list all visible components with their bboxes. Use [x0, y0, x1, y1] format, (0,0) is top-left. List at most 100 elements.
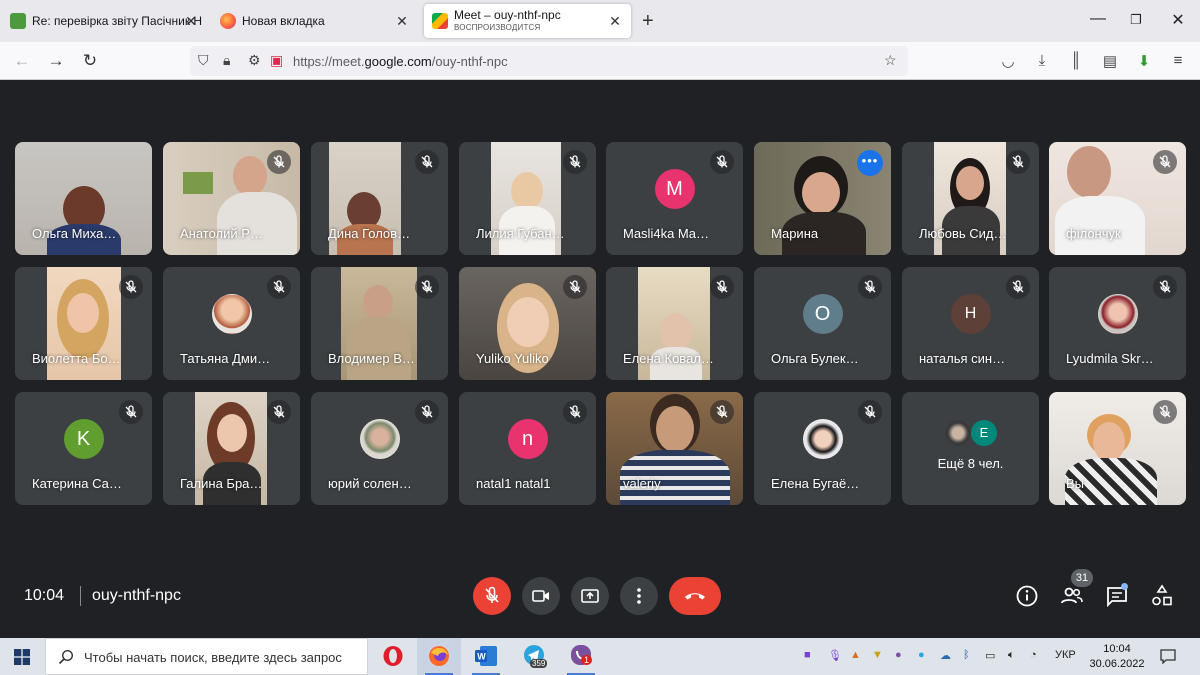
- volume-icon[interactable]: 🔈︎: [1008, 649, 1015, 662]
- pocket-icon[interactable]: ◡: [998, 52, 1018, 70]
- participant-name: Татьяна Дми…: [180, 351, 271, 366]
- more-participants-tile[interactable]: E Ещё 8 чел.: [902, 392, 1039, 505]
- participant-name: Ольга Булек…: [771, 351, 859, 366]
- tray-viber-icon[interactable]: ●: [895, 649, 902, 661]
- close-tab-icon[interactable]: ✕: [607, 13, 623, 30]
- participant-name: Виолетта Бо…: [32, 351, 121, 366]
- tray-avast-icon[interactable]: ▲: [850, 649, 861, 661]
- bookmark-star-icon[interactable]: ☆: [884, 52, 897, 69]
- system-clock[interactable]: 10:04 30.06.2022: [1089, 642, 1145, 672]
- url-text[interactable]: https://meet.google.com/ouy-nthf-npc: [293, 54, 508, 69]
- tray-microphone-icon[interactable]: 🎙︎: [828, 649, 842, 662]
- taskbar-opera[interactable]: [371, 638, 415, 675]
- taskbar-firefox[interactable]: [417, 638, 461, 675]
- lock-icon[interactable]: 🔒︎: [223, 52, 230, 69]
- tray-telegram-icon[interactable]: ●: [918, 649, 925, 661]
- close-tab-icon[interactable]: ✕: [183, 13, 199, 30]
- taskbar-viber[interactable]: 1: [559, 638, 603, 675]
- self-view-tile[interactable]: Вы: [1049, 392, 1186, 505]
- participant-tile[interactable]: юрий солен…: [311, 392, 448, 505]
- participant-tile-speaking[interactable]: ••• Марина: [754, 142, 891, 255]
- windows-taskbar: Чтобы начать поиск, введите здесь запрос…: [0, 638, 1200, 675]
- reload-icon[interactable]: ↻: [80, 51, 100, 71]
- participant-tile[interactable]: філончук: [1049, 142, 1186, 255]
- participant-tile[interactable]: Н наталья син…: [902, 267, 1039, 380]
- participant-tile[interactable]: Ольга Миха…: [15, 142, 152, 255]
- tab-mail[interactable]: Re: перевірка звіту Пасічник Н ✕: [2, 4, 207, 38]
- participant-tile[interactable]: Елена Ковал…: [606, 267, 743, 380]
- back-icon[interactable]: ←: [12, 51, 32, 71]
- library-icon[interactable]: ║: [1066, 52, 1086, 69]
- microphone-toggle-button[interactable]: [473, 577, 511, 615]
- participant-tile[interactable]: Lyudmila Skr…: [1049, 267, 1186, 380]
- bluetooth-icon[interactable]: ᛒ: [963, 649, 970, 661]
- participant-name: наталья син…: [919, 351, 1006, 366]
- muted-mic-icon: [119, 400, 143, 424]
- participants-icon[interactable]: [1060, 584, 1084, 608]
- word-icon: W: [475, 646, 497, 666]
- wifi-icon[interactable]: ◔: [1030, 649, 1037, 661]
- forward-icon[interactable]: →: [46, 51, 66, 71]
- participant-tile[interactable]: Виолетта Бо…: [15, 267, 152, 380]
- search-placeholder: Чтобы начать поиск, введите здесь запрос: [84, 650, 342, 665]
- permissions-icon[interactable]: ⚙: [248, 52, 261, 69]
- leave-call-button[interactable]: [669, 577, 721, 615]
- participant-tile[interactable]: О Ольга Булек…: [754, 267, 891, 380]
- participant-tile[interactable]: n natal1 natal1: [459, 392, 596, 505]
- participant-tile[interactable]: Татьяна Дми…: [163, 267, 300, 380]
- tray-cloud-icon[interactable]: ☁: [940, 649, 951, 662]
- sidebar-icon[interactable]: ▤: [1100, 52, 1120, 70]
- download-icon[interactable]: ⤓: [1032, 52, 1052, 69]
- shield-icon[interactable]: ⛉: [198, 52, 209, 69]
- tab-meet[interactable]: Meet – ouy-nthf-npc ВОСПРОИЗВОДИТСЯ ✕: [424, 4, 631, 38]
- participant-tile[interactable]: Дина Голов…: [311, 142, 448, 255]
- windows-start-icon[interactable]: [14, 649, 30, 665]
- participant-tile[interactable]: K Катерина Са…: [15, 392, 152, 505]
- muted-mic-icon: [1153, 400, 1177, 424]
- tab-new[interactable]: Новая вкладка ✕: [212, 4, 418, 38]
- present-screen-button[interactable]: [571, 577, 609, 615]
- participant-tile[interactable]: Елена Бугаё…: [754, 392, 891, 505]
- hang-up-icon: [685, 593, 705, 600]
- meeting-info-icon[interactable]: [1015, 584, 1039, 608]
- taskbar-word[interactable]: W: [464, 638, 508, 675]
- participant-tile[interactable]: Галина Бра…: [163, 392, 300, 505]
- tab-title: Meet – ouy-nthf-npc: [454, 8, 561, 22]
- participant-tile[interactable]: M Masli4ka Ma…: [606, 142, 743, 255]
- participant-tile[interactable]: Влодимер В…: [311, 267, 448, 380]
- muted-mic-icon: [267, 275, 291, 299]
- more-vert-icon: [637, 588, 641, 604]
- taskbar-telegram[interactable]: 359: [512, 638, 556, 675]
- more-options-icon[interactable]: •••: [857, 150, 883, 176]
- activities-icon[interactable]: [1150, 584, 1174, 608]
- notifications-icon[interactable]: [1160, 649, 1176, 664]
- new-tab-icon[interactable]: +: [642, 10, 654, 33]
- divider: [80, 586, 81, 606]
- battery-icon[interactable]: ▭: [985, 649, 995, 662]
- close-tab-icon[interactable]: ✕: [394, 13, 410, 30]
- restore-icon[interactable]: ❐: [1126, 12, 1146, 28]
- firefox-icon: [220, 13, 236, 29]
- close-window-icon[interactable]: ✕: [1168, 10, 1188, 30]
- tray-meet-camera-icon[interactable]: ■: [804, 649, 811, 661]
- participant-tile[interactable]: Yuliko Yuliko: [459, 267, 596, 380]
- svg-text:W: W: [477, 652, 486, 662]
- more-options-button[interactable]: [620, 577, 658, 615]
- participant-name: Ольга Миха…: [32, 226, 117, 241]
- camera-sharing-icon[interactable]: ▣: [270, 52, 283, 69]
- participant-tile[interactable]: Любовь Сид…: [902, 142, 1039, 255]
- participant-tile[interactable]: valeriy: [606, 392, 743, 505]
- language-indicator[interactable]: УКР: [1055, 649, 1076, 661]
- participant-avatar: K: [63, 419, 104, 460]
- extension-icon[interactable]: ⬇: [1134, 52, 1154, 70]
- participant-tile[interactable]: Лилия Губан…: [459, 142, 596, 255]
- menu-icon[interactable]: ≡: [1168, 52, 1188, 69]
- participant-name: Елена Ковал…: [623, 351, 714, 366]
- address-bar[interactable]: ⛉ 🔒︎ ⚙ ▣ https://meet.google.com/ouy-nth…: [190, 46, 908, 76]
- taskbar-search-box[interactable]: Чтобы начать поиск, введите здесь запрос: [45, 638, 368, 675]
- participant-tile[interactable]: Анатолий Р…: [163, 142, 300, 255]
- camera-toggle-button[interactable]: [522, 577, 560, 615]
- tray-app-icon[interactable]: ▼: [872, 649, 883, 661]
- minimize-icon[interactable]: —: [1088, 10, 1108, 28]
- camera-icon: [532, 590, 549, 602]
